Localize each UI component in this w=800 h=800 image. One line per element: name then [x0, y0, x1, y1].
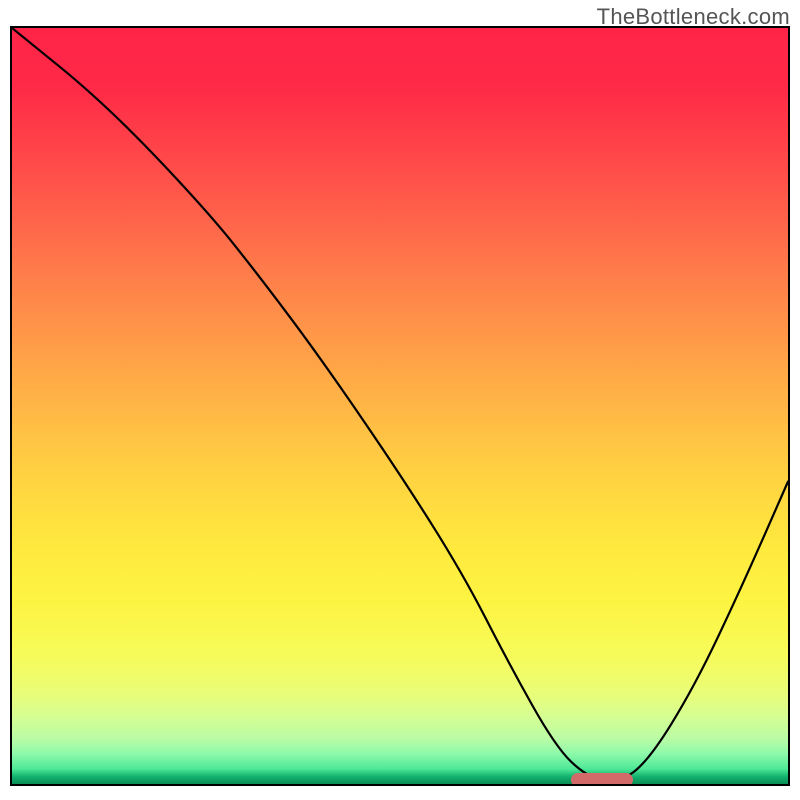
sweet-spot-marker: [571, 773, 633, 786]
bottleneck-curve: [12, 28, 788, 784]
chart-container: TheBottleneck.com: [0, 0, 800, 800]
watermark-text: TheBottleneck.com: [597, 4, 790, 30]
plot-area: [10, 26, 790, 786]
